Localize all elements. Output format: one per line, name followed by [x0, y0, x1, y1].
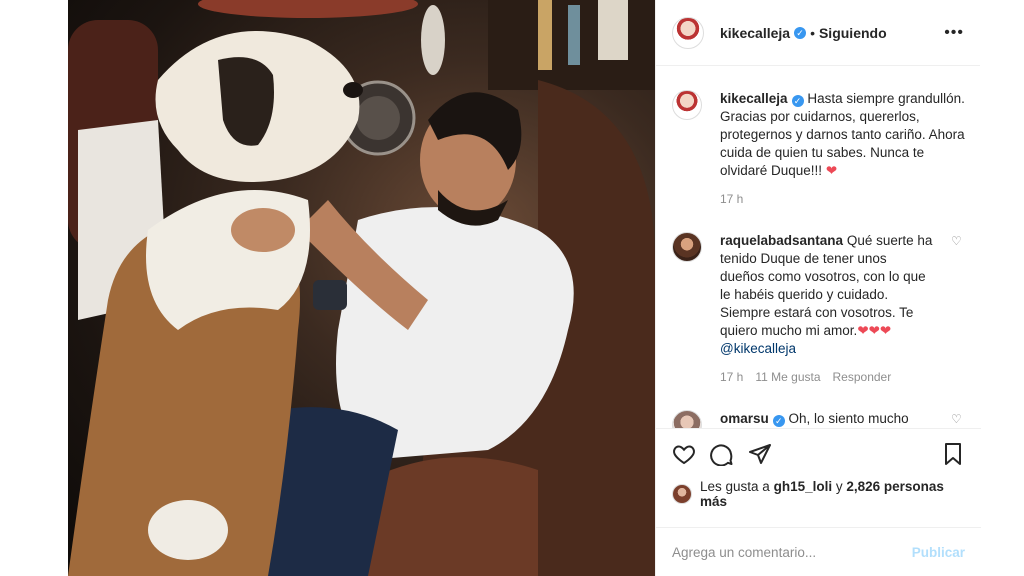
comment-input[interactable] [672, 544, 912, 560]
liker-username[interactable]: gh15_loli [774, 479, 833, 494]
verified-badge-icon: ✓ [791, 95, 804, 107]
comment-like-heart-icon[interactable]: ♡ [951, 234, 965, 386]
heart-icon[interactable] [672, 442, 696, 466]
commenter-avatar[interactable] [672, 410, 702, 428]
comment-item: raquelabadsantana Qué suerte ha tenido D… [672, 208, 965, 386]
bookmark-icon[interactable] [941, 442, 965, 466]
likes-summary: Les gusta a gh15_loli y 2,826 personas m… [672, 479, 965, 509]
instagram-post-view: kikecalleja ✓ • Siguiendo ••• kikecallej… [0, 0, 1024, 576]
comment-text: Oh, lo siento mucho [788, 411, 909, 426]
add-comment-bar: Publicar [656, 527, 981, 576]
post-side-panel: kikecalleja ✓ • Siguiendo ••• kikecallej… [655, 0, 981, 576]
following-button[interactable]: Siguiendo [819, 25, 887, 41]
caption-comment: kikecalleja ✓ Hasta siempre grandullón. G… [672, 66, 965, 208]
comment-time[interactable]: 17 h [720, 368, 743, 386]
caption-time[interactable]: 17 h [720, 190, 743, 208]
comment-text: Qué suerte ha tenido Duque de tener unos… [720, 233, 933, 338]
author-avatar[interactable] [672, 16, 704, 49]
verified-badge-icon: ✓ [772, 415, 785, 427]
likes-middle: y [835, 479, 843, 494]
liker-avatar[interactable] [672, 484, 692, 504]
header-separator: • [810, 24, 815, 41]
author-username[interactable]: kikecalleja [720, 25, 790, 41]
more-options-icon[interactable]: ••• [944, 24, 964, 42]
comment-mention[interactable]: @kikecalleja [720, 341, 796, 356]
publish-button[interactable]: Publicar [912, 545, 965, 560]
likes-prefix: Les gusta a [700, 479, 770, 494]
comment-icon[interactable] [710, 442, 734, 466]
post-header: kikecalleja ✓ • Siguiendo ••• [656, 0, 980, 66]
reply-button[interactable]: Responder [833, 368, 892, 386]
commenter-username[interactable]: omarsu [720, 411, 769, 426]
commenter-username[interactable]: raquelabadsantana [720, 233, 843, 248]
comment-item: omarsu ✓ Oh, lo siento mucho ♡ [672, 386, 965, 428]
caption-username[interactable]: kikecalleja [720, 91, 788, 106]
commenter-avatar[interactable] [672, 232, 702, 262]
comments-list[interactable]: kikecalleja ✓ Hasta siempre grandullón. G… [656, 66, 981, 428]
comment-emoji: ❤❤❤ [857, 323, 892, 338]
post-photo[interactable] [68, 0, 655, 576]
post-actions: Les gusta a gh15_loli y 2,826 personas m… [656, 428, 981, 509]
share-icon[interactable] [748, 442, 772, 466]
verified-badge-icon: ✓ [794, 26, 807, 39]
comment-likes-count[interactable]: 11 Me gusta [755, 368, 820, 386]
caption-avatar[interactable] [672, 90, 702, 120]
action-icons-row [672, 439, 965, 469]
caption-emoji: ❤ [825, 163, 838, 178]
comment-like-heart-icon[interactable]: ♡ [951, 412, 965, 428]
photo-illustration [68, 0, 655, 576]
